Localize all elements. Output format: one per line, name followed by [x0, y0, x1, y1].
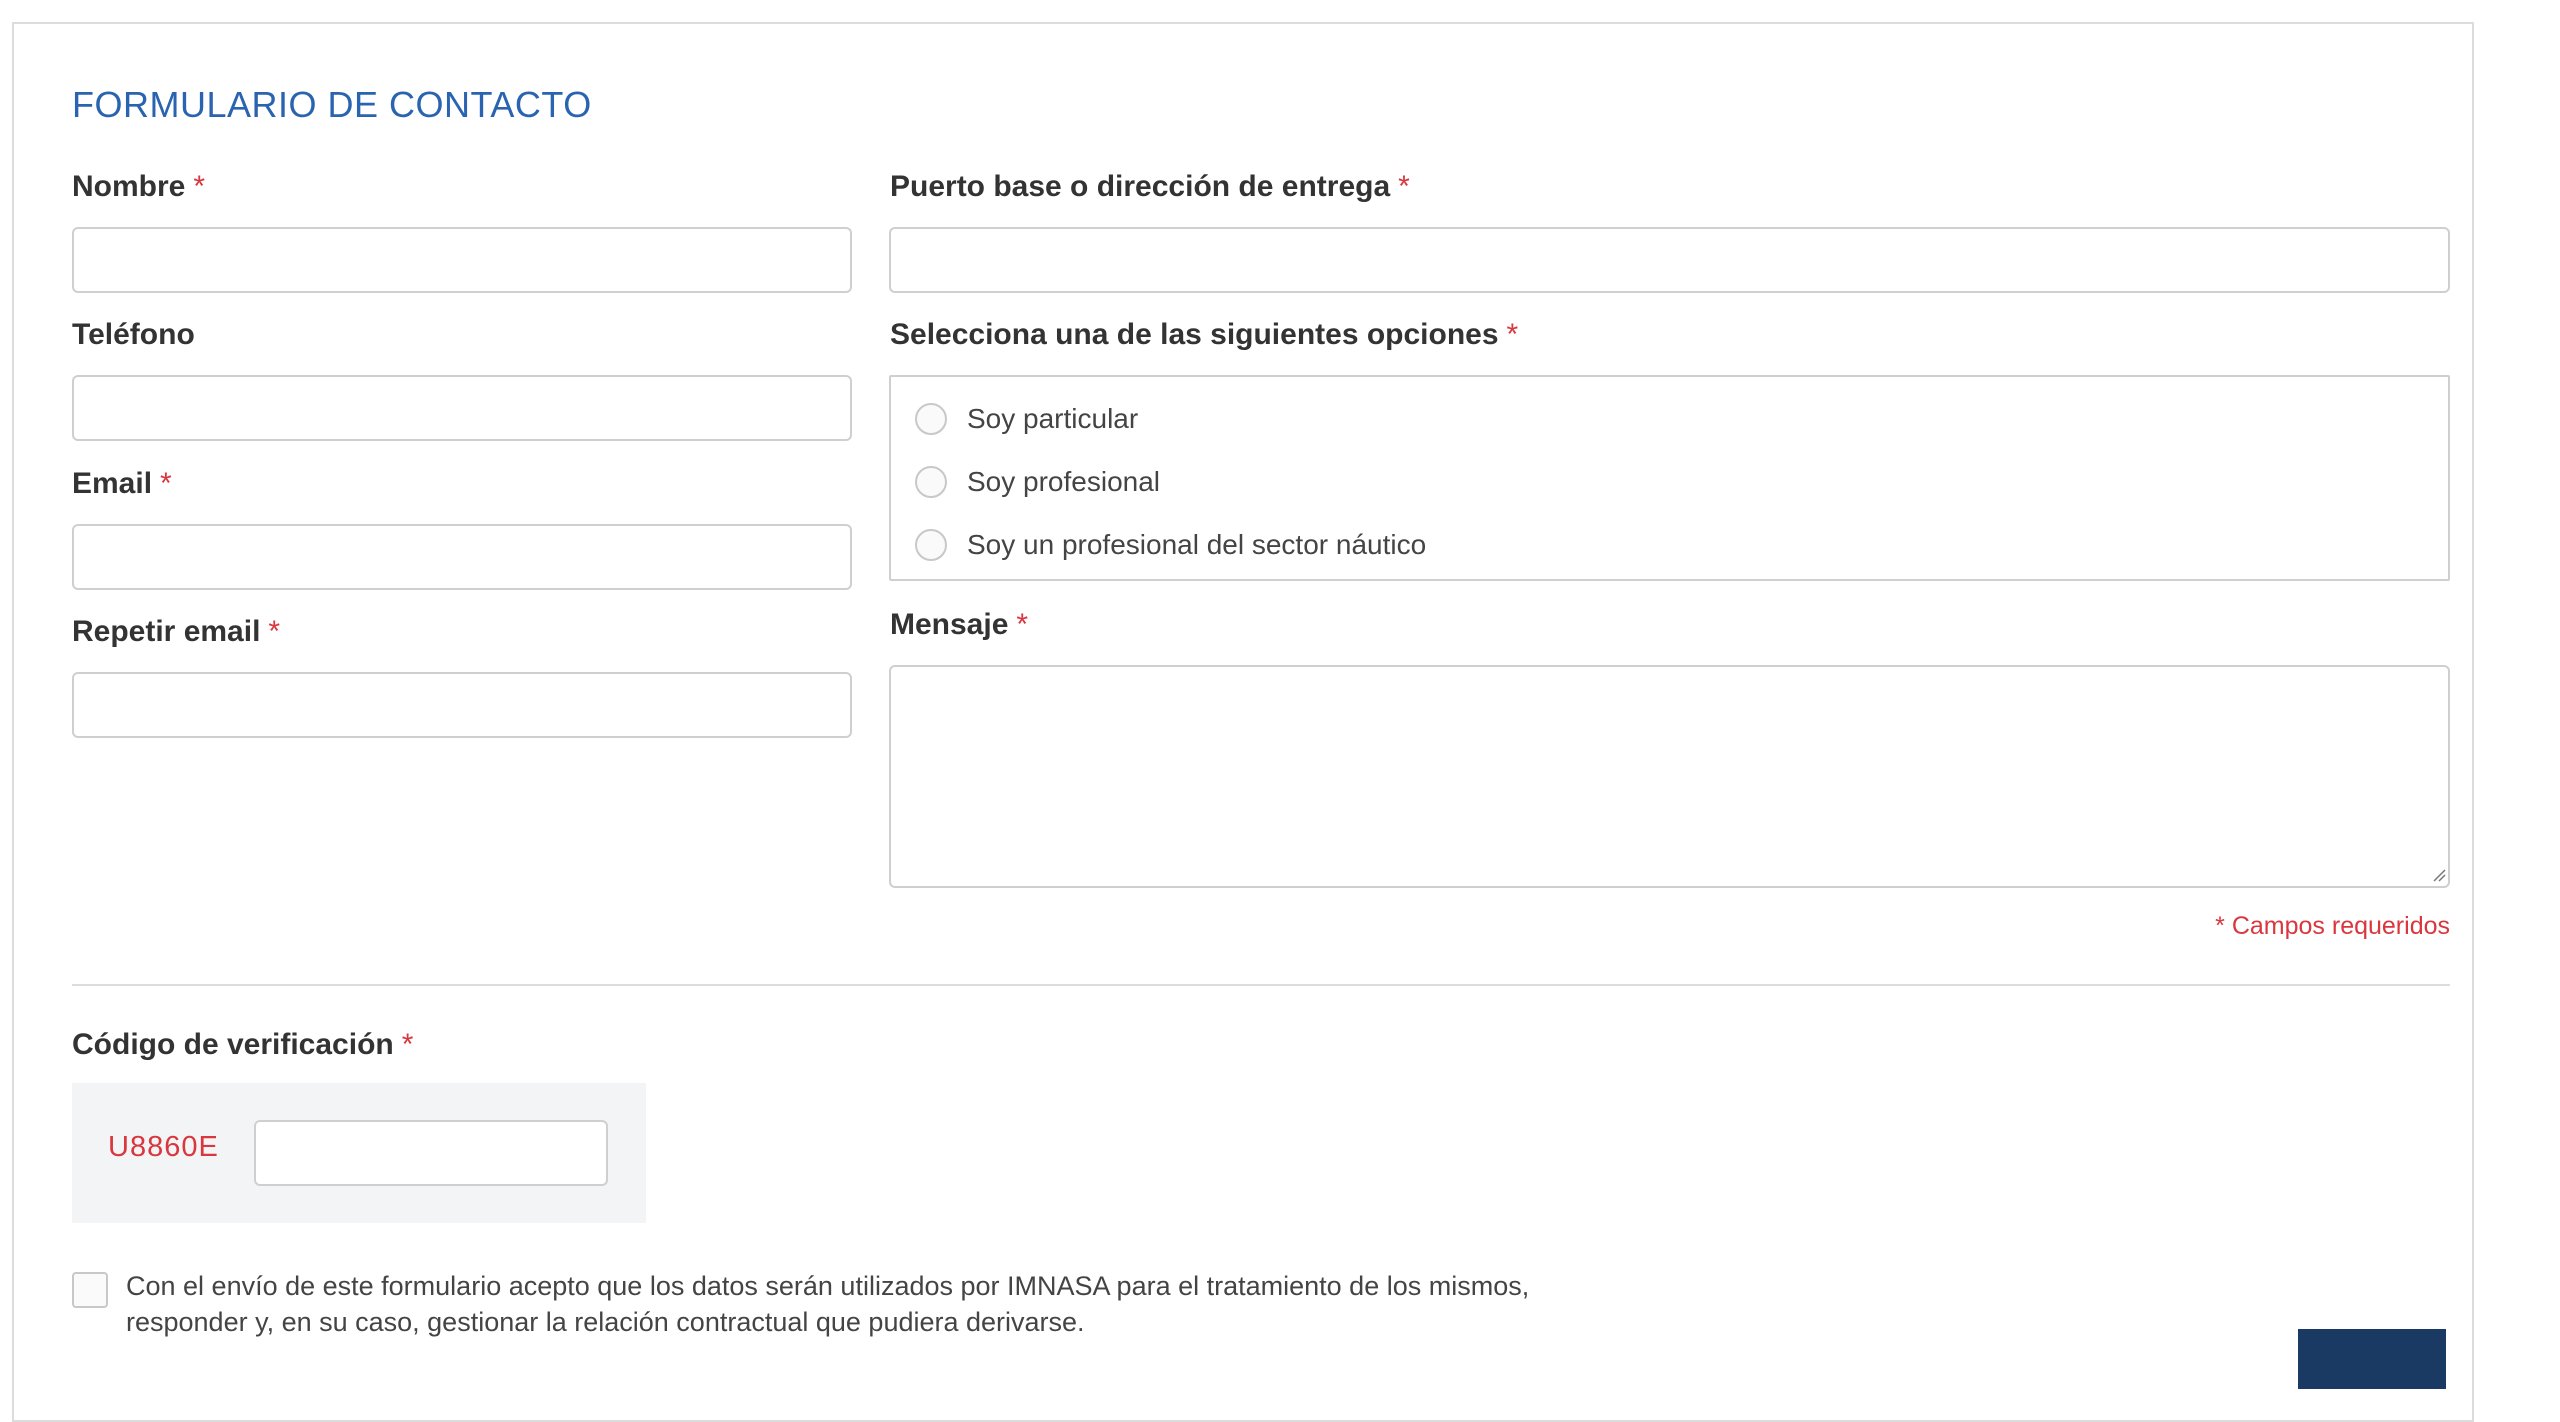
repetir-email-label-text: Repetir email: [72, 615, 261, 648]
required-asterisk: *: [401, 1028, 414, 1061]
radio-option-particular[interactable]: Soy particular: [915, 399, 1138, 439]
telefono-input[interactable]: [72, 375, 852, 441]
required-asterisk: *: [160, 467, 172, 500]
options-label: Selecciona una de las siguientes opcione…: [890, 318, 1518, 352]
form-title: FORMULARIO DE CONTACTO: [72, 84, 592, 125]
captcha-code: U8860E: [108, 1131, 219, 1163]
radio-option-label: Soy profesional: [967, 466, 1161, 497]
nombre-label-text: Nombre: [72, 170, 186, 203]
email-label-text: Email: [72, 467, 153, 500]
options-radio-group: Soy particular Soy profesional Soy un pr…: [889, 375, 2450, 581]
mensaje-textarea[interactable]: [889, 665, 2450, 888]
radio-option-profesional[interactable]: Soy profesional: [915, 462, 1160, 502]
consent-text: Con el envío de este formulario acepto q…: [126, 1271, 1530, 1337]
mensaje-label-text: Mensaje: [890, 608, 1009, 641]
radio-button[interactable]: [915, 466, 947, 498]
verification-label: Código de verificación *: [72, 1028, 413, 1062]
resize-grip-icon[interactable]: [2432, 868, 2446, 882]
required-asterisk: *: [1506, 318, 1519, 351]
verification-label-text: Código de verificación: [72, 1028, 394, 1061]
radio-option-label: Soy particular: [967, 403, 1139, 434]
email-label: Email *: [72, 467, 172, 501]
telefono-label-text: Teléfono: [72, 318, 195, 351]
options-label-text: Selecciona una de las siguientes opcione…: [890, 318, 1499, 351]
mensaje-label: Mensaje *: [890, 608, 1028, 642]
required-asterisk: *: [193, 170, 206, 203]
radio-button[interactable]: [915, 529, 947, 561]
nombre-input[interactable]: [72, 227, 852, 293]
consent-checkbox[interactable]: [72, 1272, 108, 1308]
repetir-email-input[interactable]: [72, 672, 852, 738]
submit-button[interactable]: [2298, 1329, 2446, 1389]
captcha-input[interactable]: [254, 1120, 608, 1186]
required-asterisk: *: [1398, 170, 1410, 203]
repetir-email-label: Repetir email *: [72, 615, 280, 649]
radio-button[interactable]: [915, 403, 947, 435]
required-asterisk: *: [268, 615, 281, 648]
puerto-input[interactable]: [889, 227, 2450, 293]
captcha-box: U8860E: [72, 1083, 646, 1223]
required-asterisk: *: [1016, 608, 1029, 641]
required-fields-note: * Campos requeridos: [2215, 912, 2450, 940]
telefono-label: Teléfono: [72, 318, 195, 352]
puerto-label-text: Puerto base o dirección de entrega: [890, 170, 1391, 203]
puerto-label: Puerto base o dirección de entrega *: [890, 170, 1410, 204]
section-divider: [72, 984, 2450, 986]
email-input[interactable]: [72, 524, 852, 590]
radio-option-nautico[interactable]: Soy un profesional del sector náutico: [915, 525, 1426, 565]
nombre-label: Nombre *: [72, 170, 205, 204]
radio-option-label: Soy un profesional del sector náutico: [967, 529, 1427, 560]
